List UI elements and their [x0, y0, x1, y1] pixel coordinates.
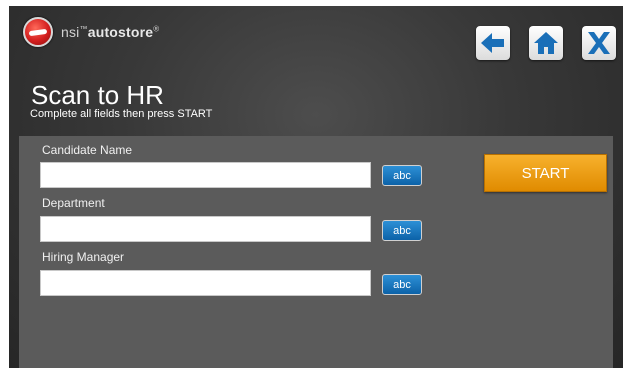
department-field[interactable]: [40, 216, 371, 242]
home-icon: [534, 32, 558, 54]
close-button[interactable]: [582, 26, 616, 60]
brand-tm: ™: [79, 24, 88, 34]
home-button[interactable]: [529, 26, 563, 60]
start-button[interactable]: START: [484, 154, 607, 192]
candidate-name-label: Candidate Name: [42, 143, 133, 157]
arrow-left-icon: [481, 33, 504, 53]
page-subtitle: Complete all fields then press START: [30, 108, 213, 120]
hiring-manager-label: Hiring Manager: [42, 250, 125, 264]
logo-icon: [23, 17, 53, 47]
department-keyboard-button[interactable]: abc: [382, 220, 422, 241]
logo-text: nsi™autostore®: [61, 24, 159, 40]
close-x-icon: [588, 32, 610, 54]
brand-reg: ®: [153, 24, 160, 34]
department-label: Department: [42, 196, 105, 210]
brand-name: autostore: [87, 24, 154, 40]
nsi-autostore-logo: nsi™autostore®: [23, 17, 159, 47]
candidate-name-keyboard-button[interactable]: abc: [382, 165, 422, 186]
hiring-manager-keyboard-button[interactable]: abc: [382, 274, 422, 295]
app-screen: nsi™autostore® Scan to HR Complete all f…: [9, 6, 623, 368]
candidate-name-field[interactable]: [40, 162, 371, 188]
back-button[interactable]: [476, 26, 510, 60]
hiring-manager-field[interactable]: [40, 270, 371, 296]
form-panel: Candidate Name abc Department abc Hiring…: [19, 136, 613, 368]
page-title: Scan to HR: [31, 80, 164, 110]
brand-prefix: nsi: [61, 24, 80, 40]
